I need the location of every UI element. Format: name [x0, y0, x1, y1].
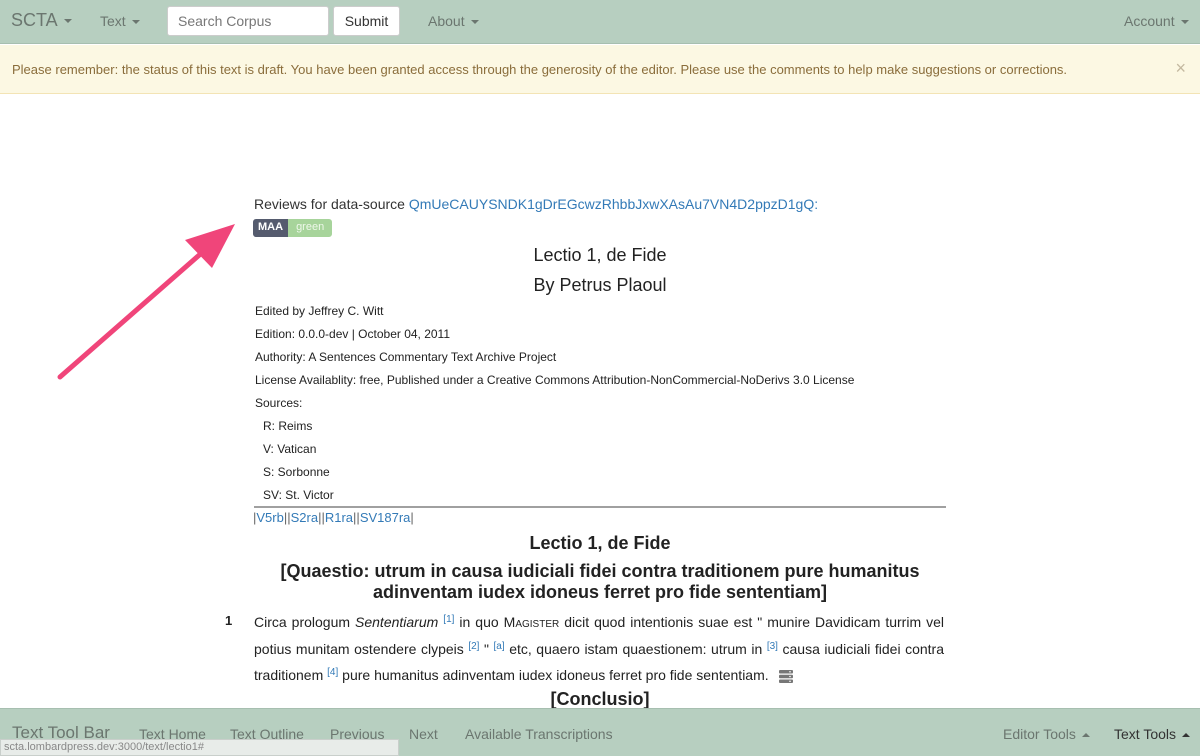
- edition-info: Edition: 0.0.0-dev | October 04, 2011: [255, 327, 451, 341]
- folio-link[interactable]: SV187ra: [360, 510, 411, 525]
- brand-label: SCTA: [11, 10, 58, 30]
- account-menu[interactable]: Account: [1124, 13, 1189, 29]
- text-menu-label: Text: [100, 13, 126, 29]
- reviews-line: Reviews for data-source QmUeCAUYSNDK1gDr…: [254, 196, 818, 212]
- caret-down-icon: [1180, 20, 1189, 25]
- text-tools-menu[interactable]: Text Tools: [1114, 726, 1190, 742]
- footnote-link[interactable]: [4]: [327, 667, 338, 678]
- source-item: V: Vatican: [263, 442, 317, 456]
- top-navbar: SCTA Text Submit About Account: [0, 0, 1200, 44]
- folio-link[interactable]: S2ra: [291, 510, 318, 525]
- text-author: By Petrus Plaoul: [533, 275, 667, 295]
- footnote-link[interactable]: [a]: [494, 641, 505, 652]
- server-icon[interactable]: [778, 669, 793, 683]
- data-source-link[interactable]: QmUeCAUYSNDK1gDrEGcwzRhbbJxwXAsAu7VN4D2p…: [409, 196, 818, 212]
- divider: [254, 506, 946, 508]
- search-input[interactable]: [167, 6, 329, 36]
- source-item: SV: St. Victor: [263, 488, 334, 502]
- badge-label: MAA: [253, 219, 289, 237]
- footnote-link[interactable]: [1]: [443, 614, 454, 625]
- section-title: Lectio 1, de Fide: [529, 533, 671, 553]
- folio-link[interactable]: R1ra: [325, 510, 353, 525]
- paragraph: Circa prologum Sententiarum [1] in quo M…: [254, 614, 945, 683]
- alert-message: Please remember: the status of this text…: [12, 62, 1068, 77]
- text-menu[interactable]: Text: [100, 13, 140, 29]
- paragraph-number[interactable]: 1: [225, 613, 232, 628]
- about-menu-label: About: [428, 13, 465, 29]
- about-menu[interactable]: About: [428, 13, 479, 29]
- source-item: R: Reims: [263, 419, 313, 433]
- next-link[interactable]: Next: [409, 726, 438, 742]
- reviews-prefix: Reviews for data-source: [254, 196, 405, 212]
- sources-label: Sources:: [255, 396, 303, 410]
- caret-down-icon: [131, 20, 140, 25]
- status-url: scta.lombardpress.dev:3000/text/lectio1#: [0, 739, 399, 756]
- source-item: S: Sorbonne: [263, 465, 330, 479]
- folio-links: |V5rb||S2ra||R1ra||SV187ra|: [253, 510, 414, 525]
- authority-info: Authority: A Sentences Commentary Text A…: [255, 350, 557, 364]
- caret-up-icon: [1081, 733, 1090, 738]
- text-title: Lectio 1, de Fide: [533, 245, 667, 265]
- conclusio-heading: [Conclusio]: [550, 689, 650, 709]
- draft-alert: Please remember: the status of this text…: [0, 45, 1200, 94]
- caret-down-icon: [63, 19, 72, 24]
- footnote-link[interactable]: [2]: [468, 641, 479, 652]
- transcriptions-link[interactable]: Available Transcriptions: [465, 726, 613, 742]
- editor-tools-label: Editor Tools: [1003, 726, 1076, 742]
- text-tools-label: Text Tools: [1114, 726, 1176, 742]
- question-heading: [Quaestio: utrum in causa iudiciali fide…: [280, 561, 920, 602]
- account-menu-label: Account: [1124, 13, 1175, 29]
- close-icon[interactable]: ×: [1175, 58, 1186, 79]
- submit-button[interactable]: Submit: [333, 6, 400, 36]
- edited-by: Edited by Jeffrey C. Witt: [255, 304, 384, 318]
- caret-up-icon: [1182, 733, 1190, 738]
- license-info: License Availablity: free, Published und…: [255, 373, 855, 387]
- editor-tools-menu[interactable]: Editor Tools: [1003, 726, 1090, 742]
- badge-status: green: [288, 219, 333, 237]
- caret-down-icon: [470, 20, 479, 25]
- brand-menu[interactable]: SCTA: [11, 10, 72, 31]
- folio-link[interactable]: V5rb: [256, 510, 283, 525]
- footnote-link[interactable]: [3]: [767, 641, 778, 652]
- review-badge[interactable]: MAA green: [253, 219, 333, 237]
